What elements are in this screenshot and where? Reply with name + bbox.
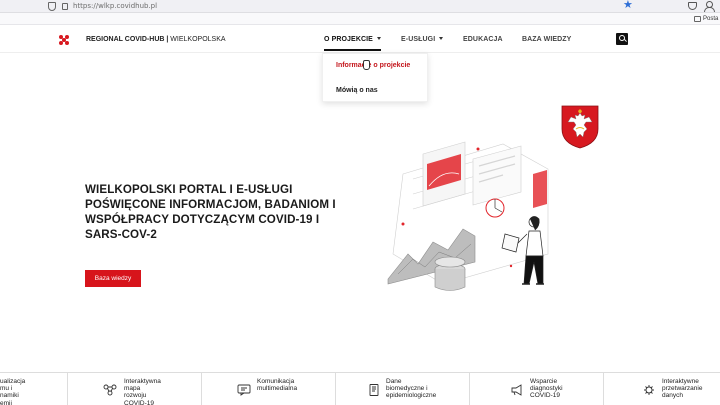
data-analysis-illustration <box>387 141 549 291</box>
site-name-region: WIELKOPOLSKA <box>170 36 226 43</box>
nav-o-projekcie-label: O PROJEKCIE <box>324 36 373 43</box>
feature-label: Interaktywna mapa rozwoju COVID-19 <box>124 378 161 405</box>
covid-hub-logo-icon[interactable] <box>59 35 69 45</box>
wielkopolska-coat-of-arms-icon <box>561 105 599 149</box>
chevron-down-icon <box>439 37 444 40</box>
feature-item-dane[interactable]: Dane biomedyczne i epidemiologiczne <box>335 373 469 405</box>
bookmarks-folder-label[interactable]: Posta <box>703 14 718 24</box>
feature-label: ualizacja mu i namiki emii <box>0 378 26 405</box>
feature-label: Dane biomedyczne i epidemiologiczne <box>386 378 437 400</box>
active-nav-underline <box>324 49 381 51</box>
mouse-pointer-icon <box>363 60 370 70</box>
feature-label: Interaktywne przetwarzanie danych <box>662 378 703 400</box>
chevron-down-icon <box>376 37 381 40</box>
lock-icon[interactable] <box>62 3 68 10</box>
feature-strip: ualizacja mu i namiki emii Interaktywna … <box>0 372 720 405</box>
address-bar[interactable]: https://wlkp.covidhub.pl <box>73 1 157 12</box>
bookmark-star-icon[interactable]: ★ <box>623 0 633 12</box>
nav-e-uslugi-label: E-USŁUGI <box>401 36 436 43</box>
baza-wiedzy-button[interactable]: Baza wiedzy <box>85 270 141 287</box>
nav-edukacja[interactable]: EDUKACJA <box>463 34 503 45</box>
nav-baza-wiedzy-label: BAZA WIEDZY <box>522 36 572 43</box>
pocket-icon[interactable] <box>688 2 697 10</box>
megaphone-icon <box>511 384 522 396</box>
o-projekcie-dropdown: Informacje o projekcie Mówią o nas <box>322 53 428 102</box>
bookmarks-bar: Posta <box>0 13 720 25</box>
document-icon <box>369 384 379 396</box>
feature-item-wsparcie[interactable]: Wsparcie diagnostyki COVID-19 <box>469 373 603 405</box>
feature-label: Komunikacja multimedialna <box>257 378 298 393</box>
search-icon[interactable] <box>616 33 628 45</box>
network-map-icon <box>103 384 117 396</box>
dropdown-item-mowia-o-nas[interactable]: Mówią o nas <box>336 85 378 96</box>
folder-icon[interactable] <box>694 16 701 22</box>
site-header: REGIONAL COVID-HUB | WIELKOPOLSKA O PROJ… <box>0 26 720 53</box>
shield-icon[interactable] <box>48 2 56 11</box>
virus-icon <box>644 385 654 395</box>
feature-label: Wsparcie diagnostyki COVID-19 <box>530 378 563 400</box>
hero-title: WIELKOPOLSKI PORTAL I E-USŁUGI POŚWIĘCON… <box>85 183 336 241</box>
nav-edukacja-label: EDUKACJA <box>463 36 503 43</box>
person-figure <box>501 216 544 285</box>
feature-item-wizualizacja[interactable]: ualizacja mu i namiki emii <box>0 373 67 405</box>
chat-screen-icon <box>237 384 251 396</box>
nav-baza-wiedzy[interactable]: BAZA WIEDZY <box>522 34 571 45</box>
site-name-main: REGIONAL COVID-HUB | <box>86 36 169 43</box>
account-icon[interactable] <box>704 1 715 12</box>
browser-toolbar: https://wlkp.covidhub.pl ★ <box>0 0 720 13</box>
feature-item-komunikacja[interactable]: Komunikacja multimedialna <box>201 373 335 405</box>
feature-item-przetwarzanie[interactable]: Interaktywne przetwarzanie danych <box>603 373 720 405</box>
nav-e-uslugi[interactable]: E-USŁUGI <box>401 34 444 45</box>
site-name[interactable]: REGIONAL COVID-HUB | WIELKOPOLSKA <box>86 34 226 45</box>
dropdown-item-informacje[interactable]: Informacje o projekcie <box>336 60 410 71</box>
feature-item-mapa[interactable]: Interaktywna mapa rozwoju COVID-19 <box>67 373 201 405</box>
nav-o-projekcie[interactable]: O PROJEKCIE <box>324 34 381 45</box>
screen-panels <box>422 141 547 208</box>
